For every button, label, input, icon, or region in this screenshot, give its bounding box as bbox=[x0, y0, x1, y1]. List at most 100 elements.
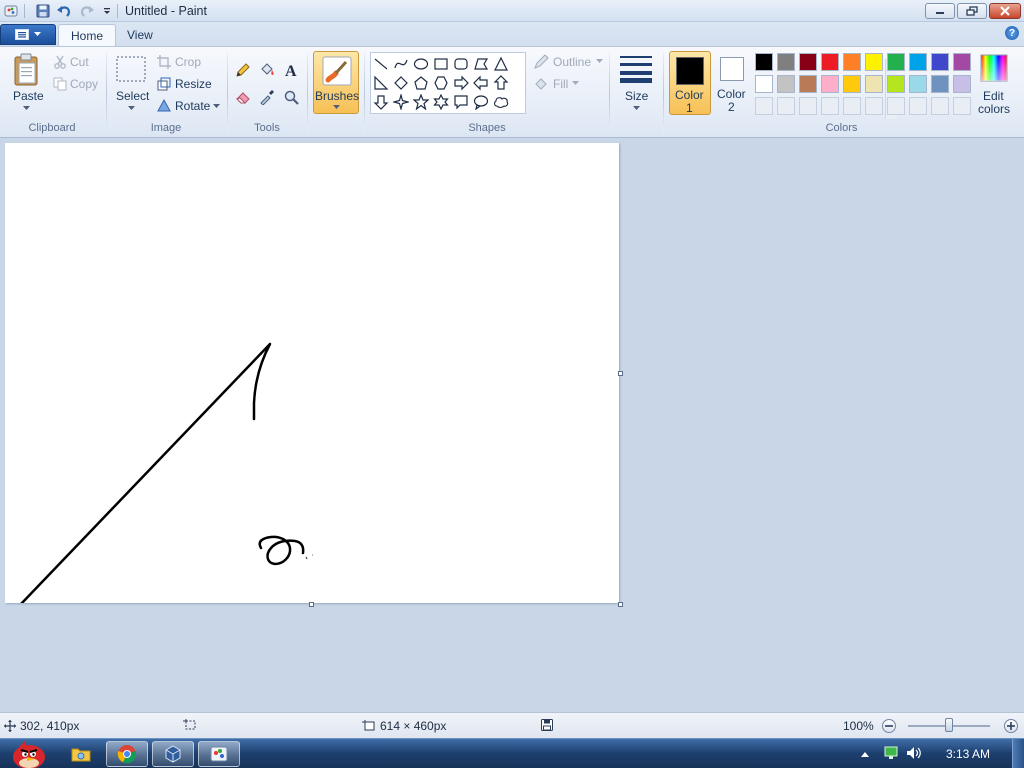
edit-colors-icon[interactable] bbox=[980, 54, 1008, 82]
palette-color-swatch[interactable] bbox=[909, 53, 927, 71]
palette-color-swatch[interactable] bbox=[887, 75, 905, 93]
color-picker-icon[interactable] bbox=[257, 87, 277, 107]
size-button-label[interactable]: Size bbox=[625, 89, 648, 103]
cut-icon[interactable] bbox=[53, 55, 67, 69]
zoom-in-button[interactable] bbox=[1004, 719, 1018, 733]
rounded-rectangle-shape-icon[interactable] bbox=[452, 55, 470, 73]
chevron-down-icon[interactable] bbox=[632, 105, 640, 111]
chevron-down-icon[interactable] bbox=[571, 80, 579, 86]
five-point-star-shape-icon[interactable] bbox=[412, 93, 430, 111]
text-icon[interactable]: A bbox=[281, 60, 301, 80]
palette-color-swatch[interactable] bbox=[865, 53, 883, 71]
custom-color-slot[interactable] bbox=[931, 97, 949, 115]
custom-color-slot[interactable] bbox=[843, 97, 861, 115]
brushes-button[interactable]: Brushes bbox=[313, 51, 359, 114]
outline-icon[interactable] bbox=[533, 54, 549, 70]
fill-icon[interactable] bbox=[533, 76, 549, 92]
edit-colors-label-2[interactable]: colors bbox=[978, 102, 1010, 116]
right-triangle-shape-icon[interactable] bbox=[372, 74, 390, 92]
select-icon[interactable] bbox=[116, 56, 146, 82]
volume-icon[interactable] bbox=[906, 746, 922, 763]
taskbar-virtualbox-button[interactable] bbox=[152, 741, 194, 767]
rectangle-callout-shape-icon[interactable] bbox=[452, 93, 470, 111]
copy-icon[interactable] bbox=[53, 77, 67, 91]
minimize-button[interactable] bbox=[925, 3, 955, 19]
palette-color-swatch[interactable] bbox=[821, 75, 839, 93]
size-icon[interactable] bbox=[619, 53, 653, 83]
save-icon[interactable] bbox=[35, 3, 51, 19]
chevron-down-icon[interactable] bbox=[127, 105, 135, 111]
custom-color-slot[interactable] bbox=[777, 97, 795, 115]
chevron-down-icon[interactable] bbox=[212, 103, 220, 109]
left-arrow-shape-icon[interactable] bbox=[472, 74, 490, 92]
edit-colors-label[interactable]: Edit bbox=[983, 89, 1004, 103]
undo-icon[interactable] bbox=[56, 3, 72, 19]
outline-button-label[interactable]: Outline bbox=[553, 55, 591, 69]
fill-button-label[interactable]: Fill bbox=[553, 77, 568, 91]
palette-color-swatch[interactable] bbox=[931, 75, 949, 93]
redo-icon[interactable] bbox=[79, 3, 95, 19]
palette-color-swatch[interactable] bbox=[953, 75, 971, 93]
palette-color-swatch[interactable] bbox=[755, 75, 773, 93]
canvas-resize-handle-corner[interactable] bbox=[618, 602, 623, 607]
palette-color-swatch[interactable] bbox=[931, 53, 949, 71]
canvas-resize-handle-bottom[interactable] bbox=[309, 602, 314, 607]
four-point-star-shape-icon[interactable] bbox=[392, 93, 410, 111]
paste-icon[interactable] bbox=[13, 53, 41, 87]
fill-bucket-icon[interactable] bbox=[257, 60, 277, 80]
chevron-down-icon[interactable] bbox=[22, 105, 30, 111]
up-arrow-shape-icon[interactable] bbox=[492, 74, 510, 92]
palette-color-swatch[interactable] bbox=[799, 53, 817, 71]
custom-color-slot[interactable] bbox=[909, 97, 927, 115]
close-button[interactable] bbox=[989, 3, 1021, 19]
drawing-canvas[interactable] bbox=[5, 143, 619, 606]
custom-color-slot[interactable] bbox=[799, 97, 817, 115]
palette-color-swatch[interactable] bbox=[777, 75, 795, 93]
crop-icon[interactable] bbox=[157, 55, 171, 69]
zoom-out-button[interactable] bbox=[882, 719, 896, 733]
oval-callout-shape-icon[interactable] bbox=[472, 93, 490, 111]
hexagon-shape-icon[interactable] bbox=[432, 74, 450, 92]
oval-shape-icon[interactable] bbox=[412, 55, 430, 73]
resize-button-label[interactable]: Resize bbox=[175, 77, 212, 91]
palette-color-swatch[interactable] bbox=[865, 75, 883, 93]
chevron-down-icon[interactable] bbox=[595, 58, 603, 64]
custom-color-slot[interactable] bbox=[821, 97, 839, 115]
palette-color-swatch[interactable] bbox=[843, 75, 861, 93]
color2-button[interactable]: Color 2 bbox=[715, 51, 749, 115]
pencil-icon[interactable] bbox=[233, 60, 253, 80]
show-desktop-button[interactable] bbox=[1012, 739, 1024, 768]
zoom-slider-thumb[interactable] bbox=[945, 718, 953, 732]
show-hidden-icons-icon[interactable] bbox=[860, 748, 870, 762]
custom-color-slot[interactable] bbox=[887, 97, 905, 115]
rectangle-shape-icon[interactable] bbox=[432, 55, 450, 73]
palette-color-swatch[interactable] bbox=[953, 53, 971, 71]
palette-color-swatch[interactable] bbox=[887, 53, 905, 71]
pentagon-shape-icon[interactable] bbox=[412, 74, 430, 92]
tab-view[interactable]: View bbox=[115, 24, 165, 46]
paint-menu-button[interactable] bbox=[0, 24, 56, 45]
taskbar-paint-button[interactable] bbox=[198, 741, 240, 767]
help-icon[interactable]: ? bbox=[1005, 26, 1019, 40]
palette-color-swatch[interactable] bbox=[799, 75, 817, 93]
resize-icon[interactable] bbox=[157, 77, 171, 91]
restore-button[interactable] bbox=[957, 3, 987, 19]
rotate-button-label[interactable]: Rotate bbox=[175, 99, 210, 113]
eraser-icon[interactable] bbox=[233, 87, 253, 107]
canvas-resize-handle-right[interactable] bbox=[618, 371, 623, 376]
palette-color-swatch[interactable] bbox=[909, 75, 927, 93]
taskbar-explorer-button[interactable] bbox=[60, 741, 102, 767]
select-button-label[interactable]: Select bbox=[116, 89, 149, 103]
six-point-star-shape-icon[interactable] bbox=[432, 93, 450, 111]
polygon-shape-icon[interactable] bbox=[472, 55, 490, 73]
diamond-shape-icon[interactable] bbox=[392, 74, 410, 92]
curve-shape-icon[interactable] bbox=[392, 55, 410, 73]
custom-color-slot[interactable] bbox=[865, 97, 883, 115]
tab-home[interactable]: Home bbox=[58, 24, 117, 46]
taskbar-chrome-button[interactable] bbox=[106, 741, 148, 767]
cut-button-label[interactable]: Cut bbox=[70, 55, 89, 69]
start-button[interactable] bbox=[4, 741, 50, 768]
copy-button-label[interactable]: Copy bbox=[70, 77, 98, 91]
taskbar-clock[interactable]: 3:13 AM bbox=[946, 747, 990, 761]
triangle-shape-icon[interactable] bbox=[492, 55, 510, 73]
